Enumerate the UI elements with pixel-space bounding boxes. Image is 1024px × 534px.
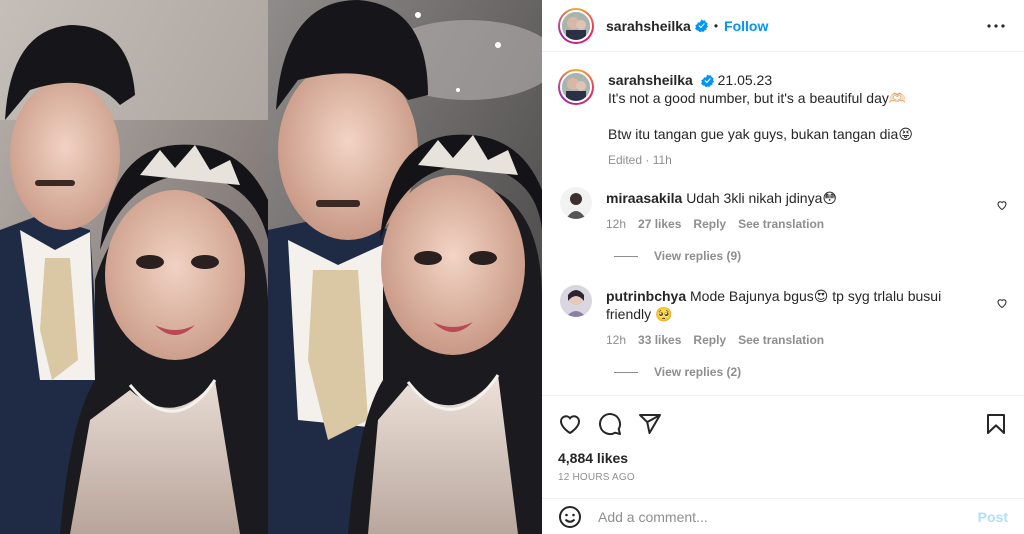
caption-text-line2: Btw itu tangan gue yak guys, bukan tanga…	[608, 126, 913, 142]
comment-text: Udah 3kli nikah jdinya😳	[686, 190, 837, 206]
replies-line	[614, 255, 638, 257]
view-replies-button[interactable]: View replies (2)	[614, 365, 1008, 379]
add-comment-bar: Post	[542, 498, 1024, 534]
add-comment-input[interactable]	[598, 508, 978, 525]
comment-likes[interactable]: 33 likes	[638, 331, 681, 349]
comment-like-heart-icon[interactable]	[996, 297, 1008, 309]
separator-dot: •	[713, 18, 719, 33]
caption-avatar[interactable]	[558, 69, 594, 105]
photo-right	[268, 0, 542, 534]
share-icon[interactable]	[638, 404, 678, 444]
caption-text-line1: It's not a good number, but it's a beaut…	[608, 90, 907, 106]
caption-username[interactable]: sarahsheilka	[608, 72, 693, 88]
commenter-avatar[interactable]	[560, 187, 592, 219]
author-avatar[interactable]	[558, 7, 594, 44]
follow-button[interactable]: Follow	[724, 18, 768, 34]
comment-username[interactable]: putrinbchya	[606, 288, 686, 304]
replies-line	[614, 371, 638, 373]
verified-badge-icon	[694, 19, 708, 32]
comment-like-heart-icon[interactable]	[996, 199, 1008, 211]
likes-count[interactable]: 4,884 likes	[558, 450, 1008, 466]
caption-date: 21.05.23	[717, 72, 773, 88]
instagram-post-viewer: sarahsheilka • Follow sarahsheilka 21.05…	[0, 0, 1024, 534]
post-header: sarahsheilka • Follow	[542, 0, 1024, 52]
view-replies-button[interactable]: View replies (9)	[614, 249, 1008, 263]
post-media[interactable]	[0, 0, 542, 534]
author-username[interactable]: sarahsheilka	[606, 18, 691, 34]
commenter-avatar[interactable]	[560, 285, 592, 317]
comment-time[interactable]: 12h	[606, 215, 626, 233]
comment-item: putrinbchya Mode Bajunya bgus😍 tp syg tr…	[558, 285, 1008, 349]
comments-list[interactable]: sarahsheilka 21.05.23 It's not a good nu…	[542, 53, 1024, 395]
photo-left	[0, 0, 268, 534]
caption: sarahsheilka 21.05.23 It's not a good nu…	[558, 69, 1008, 169]
caption-edited: Edited · 11h	[608, 153, 672, 167]
post-comment-button[interactable]: Post	[978, 509, 1008, 525]
post-time-ago[interactable]: 12 HOURS AGO	[558, 472, 1008, 483]
comment-item: miraasakila Udah 3kli nikah jdinya😳 12h …	[558, 187, 1008, 233]
post-actions: 4,884 likes 12 HOURS AGO	[542, 395, 1024, 483]
more-options-icon[interactable]	[984, 14, 1008, 38]
comment-username[interactable]: miraasakila	[606, 190, 682, 206]
reply-button[interactable]: Reply	[693, 331, 726, 349]
comment-time[interactable]: 12h	[606, 331, 626, 349]
comment-likes[interactable]: 27 likes	[638, 215, 681, 233]
post-panel: sarahsheilka • Follow sarahsheilka 21.05…	[542, 0, 1024, 534]
comment-icon[interactable]	[598, 404, 638, 444]
bookmark-icon[interactable]	[968, 404, 1008, 444]
emoji-icon[interactable]	[558, 505, 582, 529]
reply-button[interactable]: Reply	[693, 215, 726, 233]
verified-badge-icon	[700, 74, 714, 87]
see-translation-button[interactable]: See translation	[738, 215, 824, 233]
see-translation-button[interactable]: See translation	[738, 331, 824, 349]
heart-icon[interactable]	[558, 404, 598, 444]
